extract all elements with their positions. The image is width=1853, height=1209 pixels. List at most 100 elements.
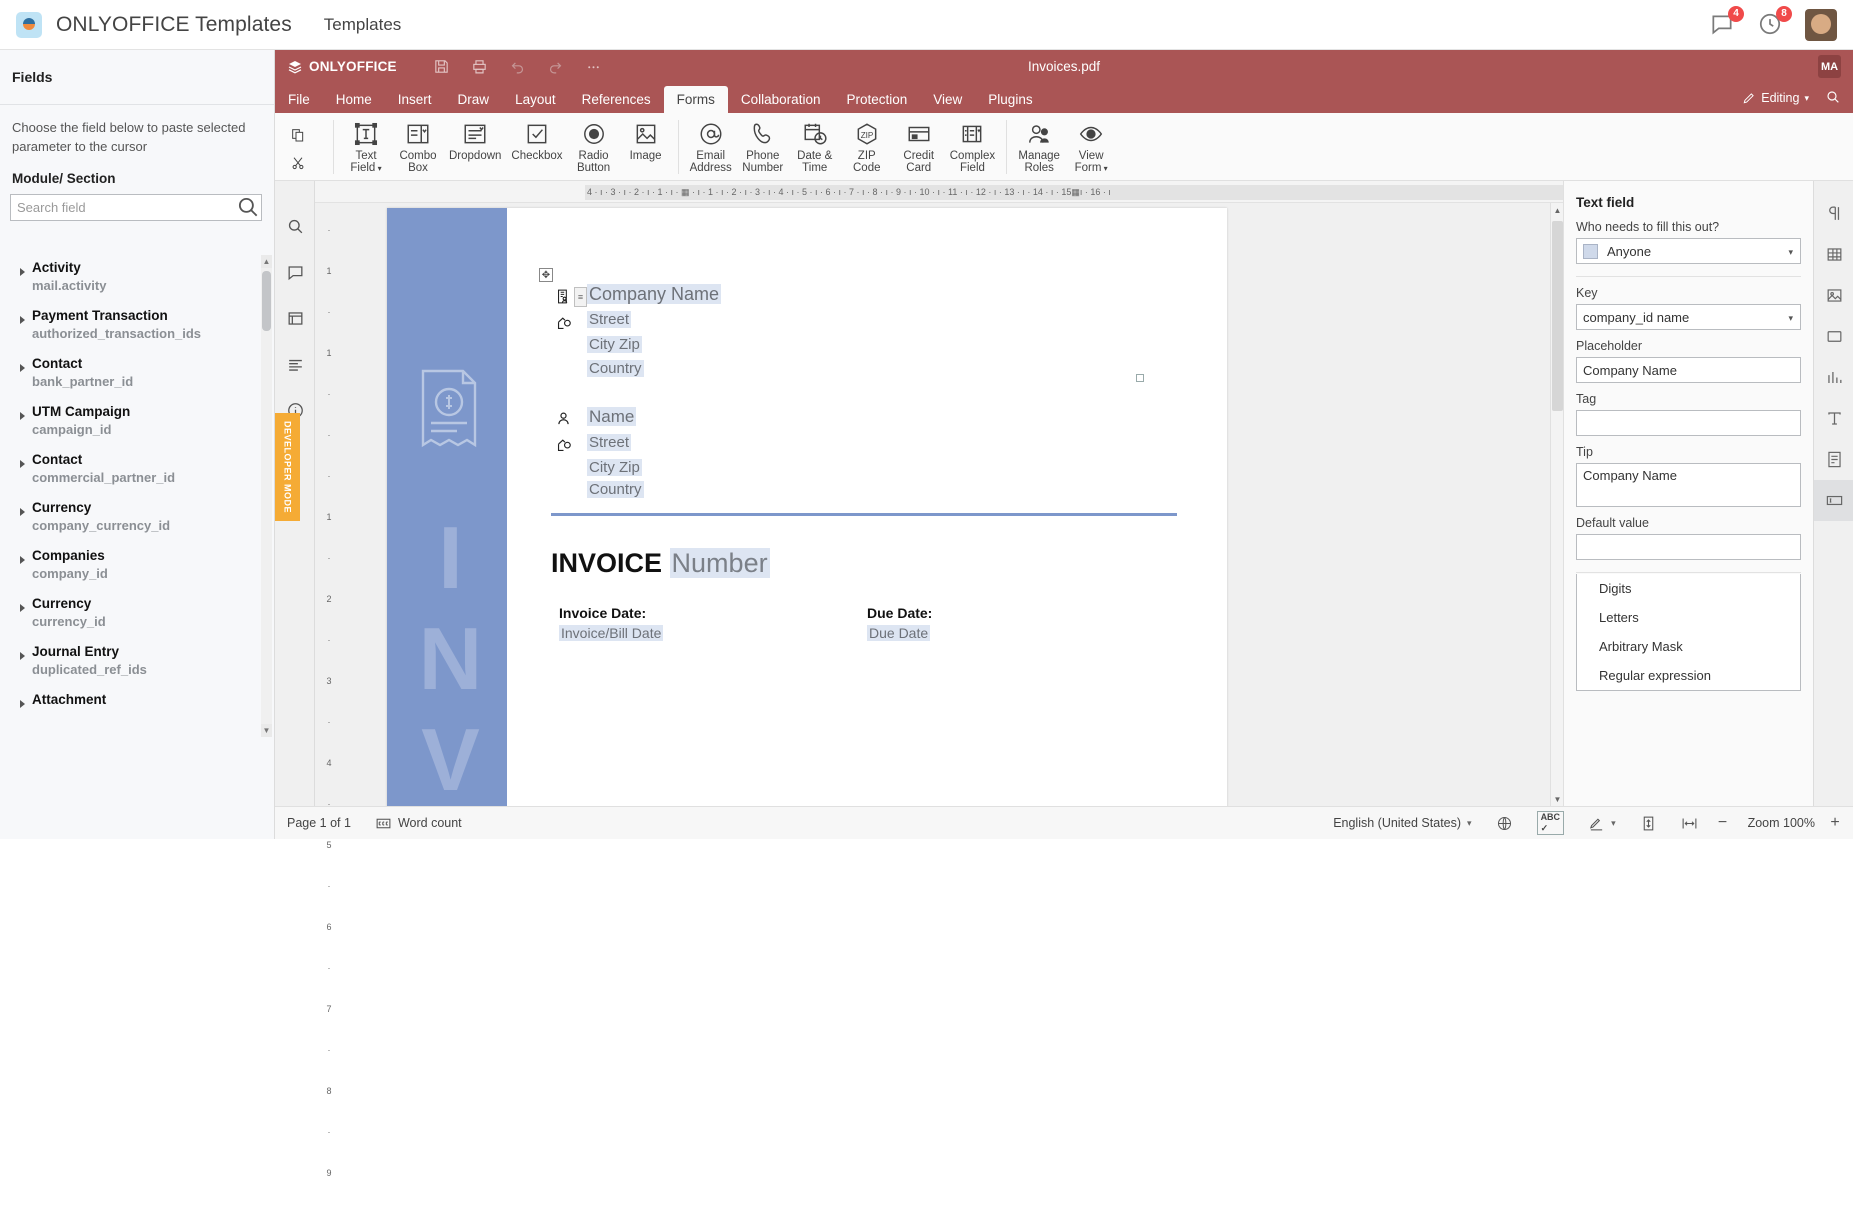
form-settings-icon[interactable] <box>1814 480 1853 521</box>
chevron-right-icon[interactable] <box>20 364 25 372</box>
tab-insert[interactable]: Insert <box>385 86 445 113</box>
onlyoffice-logo-icon[interactable] <box>16 12 42 38</box>
print-icon[interactable] <box>461 52 499 82</box>
invoice-number-value[interactable]: Number <box>670 548 770 578</box>
recipient-street-field[interactable]: Street <box>587 434 631 451</box>
tab-view[interactable]: View <box>920 86 975 113</box>
fit-width-button[interactable] <box>1669 807 1710 840</box>
tab-references[interactable]: References <box>569 86 664 113</box>
date-time-button[interactable]: Date &Time <box>789 117 841 175</box>
nav-tab-templates[interactable]: Templates <box>324 15 401 35</box>
combo-box-button[interactable]: ComboBox <box>392 117 444 175</box>
comment-icon[interactable] <box>275 249 315 295</box>
clock-activity-icon[interactable]: 8 <box>1757 11 1785 39</box>
search-icon[interactable] <box>235 195 261 220</box>
tab-forms[interactable]: Forms <box>664 86 728 113</box>
chevron-right-icon[interactable] <box>20 460 25 468</box>
text-field-button[interactable]: TextField ▾ <box>340 117 392 175</box>
spellcheck-button[interactable]: ABC✓ <box>1525 807 1577 840</box>
avatar[interactable] <box>1805 9 1837 41</box>
move-anchor-icon[interactable]: ✥ <box>539 268 553 282</box>
radio-button-button[interactable]: RadioButton <box>568 117 620 175</box>
scroll-up-icon[interactable]: ▲ <box>261 255 272 268</box>
vertical-ruler[interactable]: ·1·1···1·2·3·4·5·6·7·8·9 <box>315 203 343 806</box>
list-item[interactable]: UTM Campaigncampaign_id <box>0 397 274 445</box>
chevron-right-icon[interactable] <box>20 700 25 708</box>
chart-settings-icon[interactable] <box>1814 357 1853 398</box>
zoom-level-label[interactable]: Zoom 100% <box>1736 807 1827 840</box>
editor-user-avatar[interactable]: MA <box>1818 55 1841 78</box>
view-form-button[interactable]: ViewForm ▾ <box>1065 117 1117 175</box>
format-option[interactable]: Regular expression <box>1577 661 1800 690</box>
fit-page-button[interactable] <box>1628 807 1669 840</box>
search-field-box[interactable] <box>10 194 262 221</box>
default-value-input[interactable] <box>1576 534 1801 560</box>
email-address-button[interactable]: EmailAddress <box>685 117 737 175</box>
chevron-right-icon[interactable] <box>20 604 25 612</box>
search-icon[interactable] <box>275 203 315 249</box>
search-icon[interactable] <box>1825 89 1841 108</box>
placeholder-input[interactable]: Company Name <box>1576 357 1801 383</box>
list-item[interactable]: Payment Transactionauthorized_transactio… <box>0 301 274 349</box>
language-selector[interactable]: English (United States) ▾ <box>1321 807 1483 840</box>
selection-handle[interactable] <box>1136 374 1144 382</box>
editing-mode-button[interactable]: Editing ▾ <box>1742 91 1809 105</box>
redo-icon[interactable] <box>537 52 575 82</box>
chevron-right-icon[interactable] <box>20 316 25 324</box>
key-select[interactable]: company_id name ▾ <box>1576 304 1801 330</box>
recipient-name-field[interactable]: Name <box>587 407 636 427</box>
search-input[interactable] <box>11 195 235 220</box>
editor-menu-bar[interactable]: FileHomeInsertDrawLayoutReferencesFormsC… <box>275 83 1853 113</box>
image-settings-icon[interactable] <box>1814 275 1853 316</box>
field-role-chip[interactable]: ≡ <box>574 287 587 307</box>
scroll-down-icon[interactable]: ▼ <box>1551 792 1563 806</box>
list-item[interactable]: Currencycompany_currency_id <box>0 493 274 541</box>
undo-icon[interactable] <box>499 52 537 82</box>
track-changes-button[interactable]: ▾ <box>1576 807 1628 840</box>
credit-card-button[interactable]: CreditCard <box>893 117 945 175</box>
shape-settings-icon[interactable] <box>1814 316 1853 357</box>
tip-textarea[interactable]: Company Name <box>1576 463 1801 507</box>
tab-layout[interactable]: Layout <box>502 86 569 113</box>
fields-list-scrollbar[interactable]: ▲ ▼ <box>261 255 272 737</box>
document-page[interactable]: INVOICE ✥ ≡ Company Name Street <box>387 208 1227 806</box>
zoom-in-button[interactable]: + <box>1827 814 1853 832</box>
list-item[interactable]: Activitymail.activity <box>0 253 274 301</box>
format-dropdown-list[interactable]: DigitsLettersArbitrary MaskRegular expre… <box>1576 574 1801 691</box>
chevron-right-icon[interactable] <box>20 652 25 660</box>
list-item[interactable]: Contactbank_partner_id <box>0 349 274 397</box>
tag-input[interactable] <box>1576 410 1801 436</box>
cut-icon[interactable] <box>285 149 311 177</box>
paragraph-icon[interactable] <box>275 341 315 387</box>
image-button[interactable]: Image <box>620 117 672 175</box>
chevron-right-icon[interactable] <box>20 508 25 516</box>
recipient-city-zip-field[interactable]: City Zip <box>587 459 642 476</box>
sender-country-field[interactable]: Country <box>587 360 644 377</box>
due-date-field[interactable]: Due Date <box>867 625 930 641</box>
word-count-button[interactable]: Word count <box>363 807 474 840</box>
zoom-out-button[interactable]: − <box>1710 814 1736 832</box>
invoice-date-field[interactable]: Invoice/Bill Date <box>559 625 663 641</box>
table-settings-icon[interactable] <box>1814 234 1853 275</box>
scrollbar-thumb[interactable] <box>1552 221 1563 411</box>
phone-number-button[interactable]: PhoneNumber <box>737 117 789 175</box>
document-vertical-scrollbar[interactable]: ▲ ▼ <box>1550 203 1563 806</box>
complex-field-button[interactable]: ComplexField <box>945 117 1000 175</box>
fields-list[interactable]: Activitymail.activityPayment Transaction… <box>0 253 274 739</box>
tab-file[interactable]: File <box>275 86 323 113</box>
sender-city-zip-field[interactable]: City Zip <box>587 336 642 353</box>
list-item[interactable]: Contactcommercial_partner_id <box>0 445 274 493</box>
scroll-up-icon[interactable]: ▲ <box>1551 203 1563 217</box>
copy-icon[interactable] <box>285 121 311 149</box>
page-indicator[interactable]: Page 1 of 1 <box>275 807 363 840</box>
tab-protection[interactable]: Protection <box>833 86 920 113</box>
zip-code-button[interactable]: ZIPZIPCode <box>841 117 893 175</box>
globe-icon[interactable] <box>1484 807 1525 840</box>
format-option[interactable]: Letters <box>1577 603 1800 632</box>
scrollbar-thumb[interactable] <box>262 271 271 331</box>
tab-home[interactable]: Home <box>323 86 385 113</box>
sender-company-field[interactable]: Company Name <box>587 284 721 305</box>
headings-icon[interactable] <box>275 295 315 341</box>
sender-street-field[interactable]: Street <box>587 311 631 328</box>
list-item[interactable]: Currencycurrency_id <box>0 589 274 637</box>
